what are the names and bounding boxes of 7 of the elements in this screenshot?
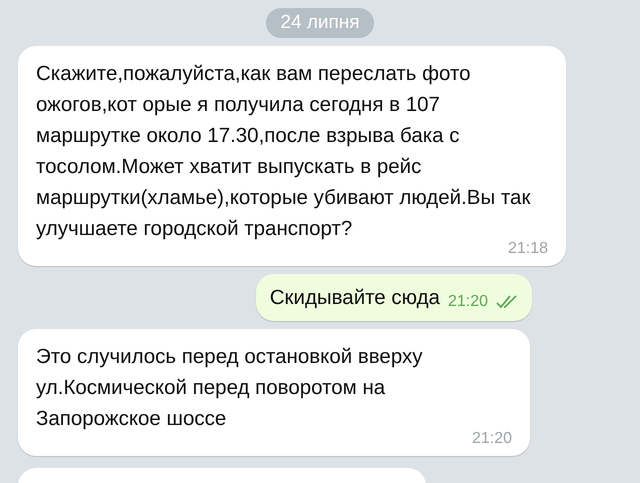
- message-time: 21:20: [448, 293, 488, 311]
- message-text: Скидывайте сюда: [270, 285, 440, 311]
- message-time: 21:18: [508, 240, 548, 258]
- message-text: Скажите,пожалуйста,как вам переслать фото ожогов,кот орые я получила сегодня в 107 маршрутке около 17.30,после взрыва бака с тосолом.Может хватит выпускать в рейс маршрутки(хламье),которые убивают людей.Вы так улучшаете городской транспорт?: [36, 61, 532, 242]
- date-label: 24 липня: [266, 8, 374, 38]
- message-text: Это случилось перед остановкой вверху ул.Космической перед поворотом на Запорожское шоссе: [36, 344, 424, 432]
- message-time: 21:20: [472, 430, 512, 448]
